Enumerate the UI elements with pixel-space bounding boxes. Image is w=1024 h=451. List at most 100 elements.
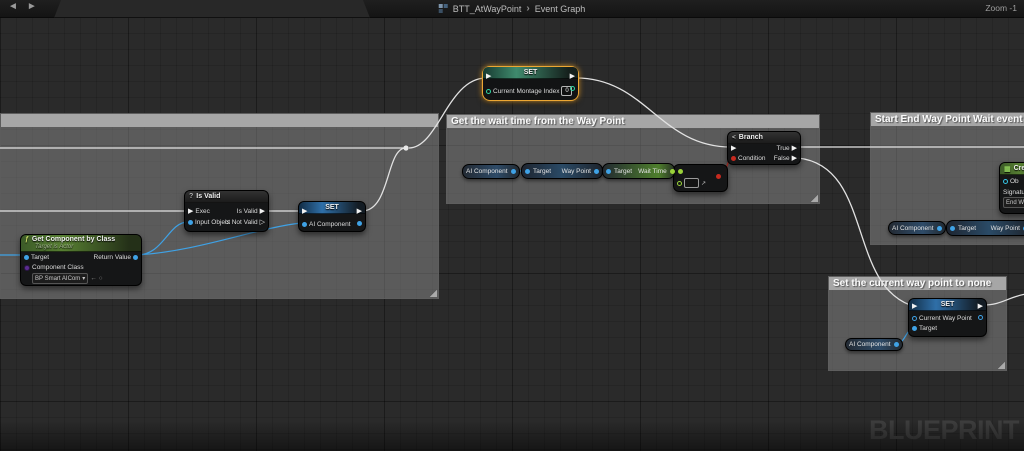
breadcrumb-asset[interactable]: BTT_AtWayPoint <box>453 4 522 14</box>
promote-arrow-icon: ↗ <box>701 180 706 187</box>
node-get-way-point-1[interactable]: Target Way Point <box>521 163 603 179</box>
exec-in-pin[interactable]: ▶ <box>302 208 307 215</box>
exec-out-pin[interactable]: ▶ <box>570 73 575 80</box>
chevron-right-icon: › <box>526 3 529 14</box>
node-branch[interactable]: < Branch ▶ Condition ▶True ▶False <box>727 131 801 165</box>
asset-tab[interactable] <box>54 0 370 18</box>
exec-in-pin[interactable]: ▶ <box>486 73 491 80</box>
exec-in-pin[interactable]: ▶ <box>188 208 193 215</box>
signature-select-dropdown[interactable]: End W <box>1003 197 1024 208</box>
true-exec-pin[interactable]: ▶ <box>792 145 797 152</box>
node-set-ai-component[interactable]: SET ▶ ▶ AI Component <box>298 201 366 232</box>
pin-label: Current Montage Index <box>493 88 559 95</box>
comment-start-end-header[interactable]: Start End Way Point Wait event us <box>871 113 1024 126</box>
object-out-pin[interactable] <box>357 221 362 226</box>
comment-resize-handle[interactable] <box>429 289 437 297</box>
float-value-input[interactable] <box>684 178 699 188</box>
use-asset-icon[interactable]: ← <box>90 275 97 282</box>
node-get-ai-component-3[interactable]: AI Component <box>845 338 903 351</box>
float-value-pin[interactable] <box>677 181 682 186</box>
blueprint-grid-icon <box>439 4 448 13</box>
node-is-valid[interactable]: ? Is Valid ▶Exec Input Object ▶Is Valid … <box>184 190 269 232</box>
node-create-event[interactable]: ▦ Cre Ob Signatu End W <box>999 162 1024 214</box>
node-get-way-point-2[interactable]: Target Way Point <box>946 220 1024 236</box>
is-valid-exec-pin[interactable]: ▶ <box>260 208 265 215</box>
forward-arrow-icon[interactable]: ► <box>27 1 37 12</box>
float-in-pin[interactable] <box>678 169 683 174</box>
node-title: SET <box>325 204 339 211</box>
class-select-dropdown[interactable]: BP Smart AICom ▾ <box>32 273 88 284</box>
pin-label: Target <box>614 168 632 175</box>
pin-label: Target <box>533 168 551 175</box>
node-set-current-montage-index[interactable]: SET ▶ ▶ Current Montage Index 0 <box>482 66 579 101</box>
comment-set-none-header[interactable]: Set the current way point to none <box>829 277 1006 290</box>
target-pin[interactable] <box>950 226 955 231</box>
node-title: Get Component by Class <box>32 236 115 243</box>
caret-down-icon: ▾ <box>82 275 85 282</box>
target-pin[interactable] <box>24 255 29 260</box>
node-get-wait-time[interactable]: Target Wait Time <box>602 163 675 179</box>
exec-in-pin[interactable]: ▶ <box>912 303 917 310</box>
node-title: Cre <box>1014 165 1024 172</box>
breadcrumb-graph[interactable]: Event Graph <box>535 4 586 14</box>
target-pin[interactable] <box>606 169 611 174</box>
exec-out-pin[interactable]: ▶ <box>978 303 983 310</box>
int-pin[interactable] <box>486 89 491 94</box>
object-out-pin[interactable] <box>937 226 942 231</box>
target-pin[interactable] <box>525 169 530 174</box>
pin-label: Return Value <box>94 254 131 261</box>
condition-pin[interactable] <box>731 156 736 161</box>
title-bar: ◄ ► BTT_AtWayPoint › Event Graph Zoom -1 <box>0 0 1024 18</box>
pin-label: Component Class <box>32 264 84 271</box>
pin-label: Way Point <box>562 168 591 175</box>
class-select-value: BP Smart AICom <box>35 276 80 282</box>
target-pin[interactable] <box>912 326 917 331</box>
pin-label: Is Valid <box>237 208 258 215</box>
exec-in-pin[interactable]: ▶ <box>731 145 736 152</box>
exec-out-pin[interactable]: ▶ <box>357 208 362 215</box>
comment-resize-handle[interactable] <box>997 361 1005 369</box>
node-subtitle: Target is Actor <box>35 244 137 250</box>
bool-out-pin[interactable] <box>716 174 721 179</box>
node-get-ai-component-2[interactable]: AI Component <box>888 221 946 235</box>
pin-label: AI Component <box>892 225 934 232</box>
object-out-pin[interactable] <box>894 342 899 347</box>
node-title: Branch <box>739 134 763 141</box>
question-icon: ? <box>189 193 193 200</box>
node-get-ai-component-1[interactable]: AI Component <box>462 164 520 179</box>
node-set-current-way-point[interactable]: SET ▶ ▶ Current Way Point Target <box>908 298 987 337</box>
object-pin[interactable] <box>1003 179 1008 184</box>
current-way-point-pin[interactable] <box>912 316 917 321</box>
pin-label: Target <box>31 254 49 261</box>
blueprint-watermark: BLUEPRINT <box>869 415 1019 446</box>
node-get-component-by-class[interactable]: ƒ Get Component by Class Target is Actor… <box>20 234 142 286</box>
comment-left-header[interactable] <box>1 114 438 127</box>
return-value-pin[interactable] <box>133 255 138 260</box>
pin-label: AI Component <box>849 341 891 348</box>
comment-start-end-title: Start End Way Point Wait event us <box>875 114 1024 125</box>
node-header: < Branch <box>728 132 800 144</box>
is-not-valid-exec-pin[interactable]: ▷ <box>260 219 265 226</box>
false-exec-pin[interactable]: ▶ <box>792 155 797 162</box>
pin-label: Is Not Valid <box>225 219 258 226</box>
float-out-pin[interactable] <box>670 169 675 174</box>
comment-wait-time-header[interactable]: Get the wait time from the Way Point <box>447 115 819 128</box>
object-pin[interactable] <box>302 222 307 227</box>
comment-set-none-title: Set the current way point to none <box>833 278 991 289</box>
browse-icon[interactable]: ○ <box>99 275 103 282</box>
pin-label: Signatu <box>1003 189 1024 196</box>
comment-resize-handle[interactable] <box>810 194 818 202</box>
object-out-pin[interactable] <box>978 315 983 320</box>
node-compare-compact[interactable]: ↗ <box>673 164 728 192</box>
pin-label: Ob <box>1010 178 1019 185</box>
input-object-pin[interactable] <box>188 220 193 225</box>
node-header: ƒ Get Component by Class Target is Actor <box>21 235 141 252</box>
int-out-pin[interactable] <box>570 86 575 91</box>
pin-label: Wait Time <box>638 168 667 175</box>
back-arrow-icon[interactable]: ◄ <box>8 1 18 12</box>
object-out-pin[interactable] <box>511 169 516 174</box>
object-out-pin[interactable] <box>594 169 599 174</box>
class-pin[interactable] <box>24 265 30 271</box>
pin-label: Condition <box>738 155 765 162</box>
node-title: SET <box>524 69 538 76</box>
